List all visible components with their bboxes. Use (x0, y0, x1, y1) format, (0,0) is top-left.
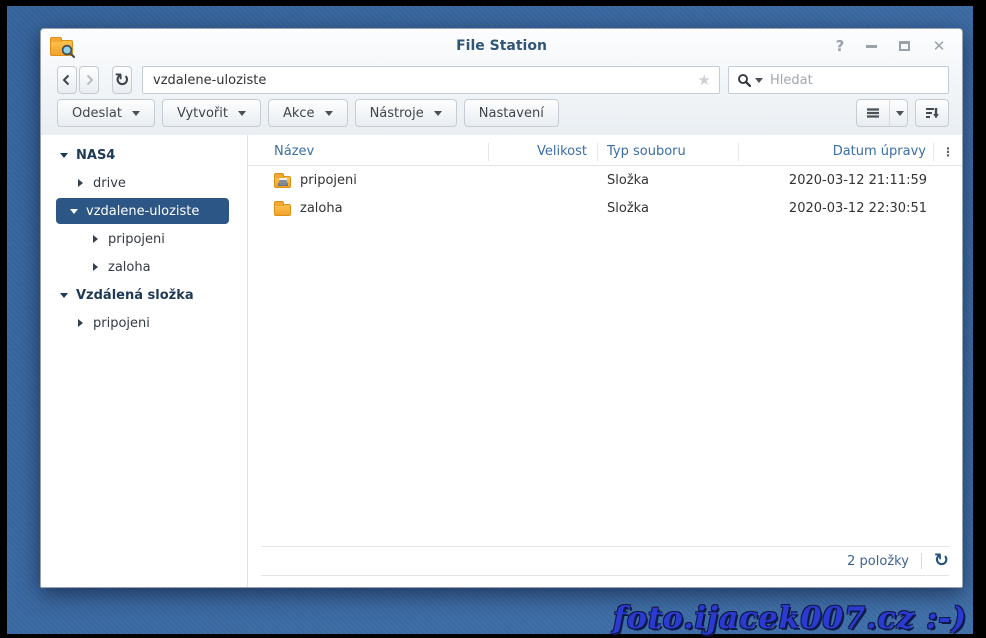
sidebar-tree: NAS4 drive vzdalene-uloziste pripojeni z… (41, 135, 248, 587)
help-icon[interactable]: ? (833, 38, 847, 54)
navigation-bar: ↻ ★ (41, 63, 962, 97)
sidebar-item-zaloha[interactable]: zaloha (41, 253, 247, 281)
close-icon[interactable]: ✕ (932, 38, 946, 54)
view-mode-caret-button[interactable] (890, 100, 907, 126)
sidebar-item-vzdalene-uloziste[interactable]: vzdalene-uloziste (56, 198, 229, 224)
caret-right-icon[interactable] (93, 263, 98, 271)
address-input[interactable] (143, 72, 719, 88)
search-box (728, 66, 949, 94)
sidebar-item-pripojeni-remote[interactable]: pripojeni (41, 309, 247, 337)
tree-item-label: zaloha (108, 259, 151, 275)
file-name: zaloha (300, 200, 343, 216)
table-header: Název Velikost Typ souboru Datum úpravy … (248, 138, 962, 166)
caret-down-icon (131, 110, 140, 116)
caret-right-icon[interactable] (93, 235, 98, 243)
table-row[interactable]: zaloha Složka 2020-03-12 22:30:51 (248, 194, 962, 222)
caret-right-icon[interactable] (78, 179, 83, 187)
upload-menu-label: Odeslat (72, 105, 122, 121)
address-bar: ★ (142, 66, 720, 94)
search-input[interactable] (770, 72, 940, 88)
sidebar-item-vzdalena-slozka[interactable]: Vzdálená složka (41, 281, 247, 309)
search-icon[interactable] (737, 73, 752, 88)
file-modified: 2020-03-12 22:30:51 (788, 200, 927, 216)
file-type: Složka (607, 172, 649, 188)
sidebar-item-drive[interactable]: drive (41, 169, 247, 197)
create-menu-label: Vytvořit (176, 105, 228, 121)
sidebar-item-pripojeni[interactable]: pripojeni (41, 225, 247, 253)
caret-down-icon (237, 110, 246, 116)
upload-menu-button[interactable]: Odeslat (57, 99, 155, 127)
create-menu-button[interactable]: Vytvořit (161, 99, 261, 127)
settings-button[interactable]: Nastavení (463, 99, 559, 127)
tree-item-label: Vzdálená složka (76, 287, 194, 303)
list-view-button[interactable] (857, 100, 890, 126)
watermark-text: foto.ijacek007.cz :-) (612, 601, 967, 636)
caret-down-icon (324, 110, 333, 116)
file-modified: 2020-03-12 21:11:59 (788, 172, 927, 188)
tools-menu-button[interactable]: Nástroje (354, 99, 457, 127)
caret-down-icon (433, 110, 442, 116)
sort-icon (926, 108, 939, 119)
forward-button[interactable] (79, 66, 99, 94)
screenshot-root: { "window": { "title": "File Station", "… (0, 0, 986, 638)
folder-icon (274, 201, 291, 216)
sidebar-item-nas4[interactable]: NAS4 (41, 141, 247, 169)
items-count: 2 položky (847, 553, 909, 569)
tree-item-label: NAS4 (76, 147, 116, 163)
window-controls: ? ✕ (833, 29, 946, 63)
window-title: File Station (456, 38, 547, 54)
column-header-modified[interactable]: Datum úpravy (739, 142, 934, 161)
file-name: pripojeni (300, 172, 357, 188)
list-view-icon (867, 108, 879, 118)
column-header-type[interactable]: Typ souboru (598, 142, 739, 161)
window-body: NAS4 drive vzdalene-uloziste pripojeni z… (41, 135, 962, 587)
refresh-list-icon[interactable]: ↻ (934, 552, 949, 570)
tree-item-label: drive (93, 175, 126, 191)
tools-menu-label: Nástroje (369, 105, 424, 121)
chevron-right-icon (86, 74, 94, 86)
table-row[interactable]: pripojeni Složka 2020-03-12 21:11:59 (248, 166, 962, 194)
file-list-panel: Název Velikost Typ souboru Datum úpravy … (248, 135, 962, 587)
refresh-icon: ↻ (114, 69, 130, 91)
file-rows: pripojeni Složka 2020-03-12 21:11:59 zal… (248, 166, 962, 546)
toolbar: Odeslat Vytvořit Akce Nástroje Nastavení (41, 97, 962, 135)
shared-folder-icon (274, 173, 291, 188)
file-type: Složka (607, 200, 649, 216)
tree-item-label: vzdalene-uloziste (86, 203, 200, 219)
status-bar: 2 položky ↻ (261, 546, 949, 576)
column-header-name[interactable]: Název (248, 142, 489, 161)
status-divider (920, 553, 922, 569)
maximize-icon[interactable] (899, 41, 913, 51)
settings-label: Nastavení (478, 105, 544, 121)
action-menu-label: Akce (282, 105, 315, 121)
refresh-button[interactable]: ↻ (112, 66, 132, 94)
back-button[interactable] (57, 66, 77, 94)
window-top-chrome: File Station ? ✕ ↻ vzdalene-uloziste ★ H… (41, 29, 962, 135)
search-options-caret-icon[interactable] (755, 77, 763, 83)
caret-down-icon (896, 110, 904, 116)
favorite-star-icon[interactable]: ★ (698, 71, 711, 89)
column-options-icon[interactable]: ⋮ (934, 143, 962, 161)
file-station-window: File Station ? ✕ ↻ vzdalene-uloziste ★ H… (40, 28, 963, 588)
action-menu-button[interactable]: Akce (267, 99, 348, 127)
tree-item-label: pripojeni (93, 315, 150, 331)
column-header-size[interactable]: Velikost (489, 142, 598, 161)
caret-down-icon[interactable] (69, 208, 78, 214)
minimize-icon[interactable] (866, 44, 880, 48)
chevron-left-icon (62, 74, 70, 86)
desktop-background: File Station ? ✕ ↻ vzdalene-uloziste ★ H… (7, 6, 973, 636)
view-mode-split-button (856, 99, 908, 127)
titlebar[interactable]: File Station ? ✕ (41, 29, 962, 63)
tree-item-label: pripojeni (108, 231, 165, 247)
caret-down-icon[interactable] (59, 292, 68, 298)
caret-right-icon[interactable] (78, 319, 83, 327)
caret-down-icon[interactable] (59, 152, 68, 158)
sort-button[interactable] (915, 99, 949, 127)
